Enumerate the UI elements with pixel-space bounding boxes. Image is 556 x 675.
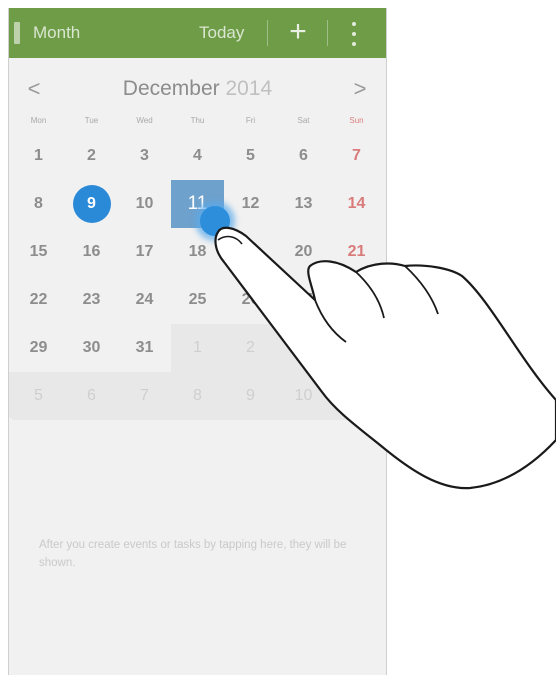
- pointing-hand-illustration: [214, 226, 556, 490]
